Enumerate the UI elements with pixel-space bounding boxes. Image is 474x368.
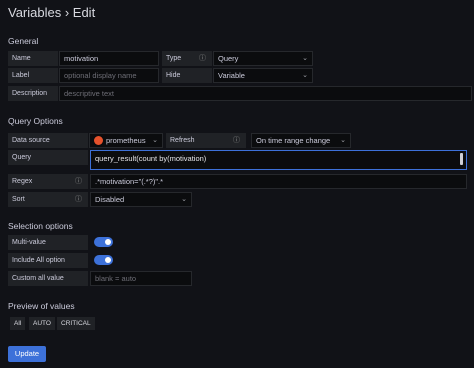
chevron-down-icon: ⌄	[302, 72, 308, 79]
toggle-knob	[105, 239, 111, 245]
page-title: Variables › Edit	[8, 5, 96, 20]
section-general-heading: General	[8, 36, 39, 46]
regex-input[interactable]: .*motivation="(.*?)".*	[90, 174, 467, 189]
sort-label: Sort ⓘ	[8, 192, 88, 207]
info-icon[interactable]: ⓘ	[233, 133, 240, 148]
chevron-down-icon: ⌄	[340, 137, 346, 144]
regex-label: Regex ⓘ	[8, 174, 88, 189]
info-icon[interactable]: ⓘ	[75, 174, 82, 189]
custom-all-label: Custom all value	[8, 271, 88, 286]
toggle-knob	[105, 257, 111, 263]
preview-value: CRITICAL	[57, 317, 95, 330]
description-input[interactable]: descriptive text	[59, 86, 472, 101]
query-input[interactable]: query_result(count by(motivation)	[90, 150, 467, 170]
query-scrollbar[interactable]	[460, 153, 463, 165]
datasource-select[interactable]: prometheus ⌄	[89, 133, 163, 148]
info-icon[interactable]: ⓘ	[199, 51, 206, 66]
hide-select[interactable]: Variable ⌄	[213, 68, 313, 83]
label-input[interactable]: optional display name	[59, 68, 159, 83]
multi-value-label: Multi-value	[8, 235, 88, 250]
datasource-label: Data source	[8, 133, 88, 148]
preview-value: All	[10, 317, 26, 330]
info-icon[interactable]: ⓘ	[75, 192, 82, 207]
chevron-down-icon: ⌄	[302, 55, 308, 62]
preview-value: AUTO	[29, 317, 55, 330]
custom-all-input[interactable]: blank = auto	[90, 271, 192, 286]
name-label: Name	[8, 51, 58, 66]
prometheus-icon	[94, 136, 103, 145]
refresh-select[interactable]: On time range change ⌄	[251, 133, 351, 148]
sort-select[interactable]: Disabled ⌄	[90, 192, 192, 207]
type-label: Type ⓘ	[162, 51, 212, 66]
query-label: Query	[8, 150, 88, 165]
chevron-down-icon: ⌄	[152, 137, 158, 144]
include-all-toggle[interactable]	[94, 255, 113, 265]
include-all-label: Include All option	[8, 253, 88, 268]
section-query-options-heading: Query Options	[8, 116, 63, 126]
description-label: Description	[8, 86, 58, 101]
type-select[interactable]: Query ⌄	[213, 51, 313, 66]
section-selection-options-heading: Selection options	[8, 221, 73, 231]
chevron-down-icon: ⌄	[181, 196, 187, 203]
update-button[interactable]: Update	[8, 346, 46, 362]
query-text: query_result(count by(motivation)	[95, 154, 207, 163]
hide-label: Hide	[162, 68, 212, 83]
section-preview-heading: Preview of values	[8, 301, 75, 311]
query-overflow-line	[95, 163, 462, 166]
multi-value-toggle[interactable]	[94, 237, 113, 247]
name-input[interactable]: motivation	[59, 51, 159, 66]
refresh-label: Refresh ⓘ	[166, 133, 246, 148]
label-label: Label	[8, 68, 58, 83]
